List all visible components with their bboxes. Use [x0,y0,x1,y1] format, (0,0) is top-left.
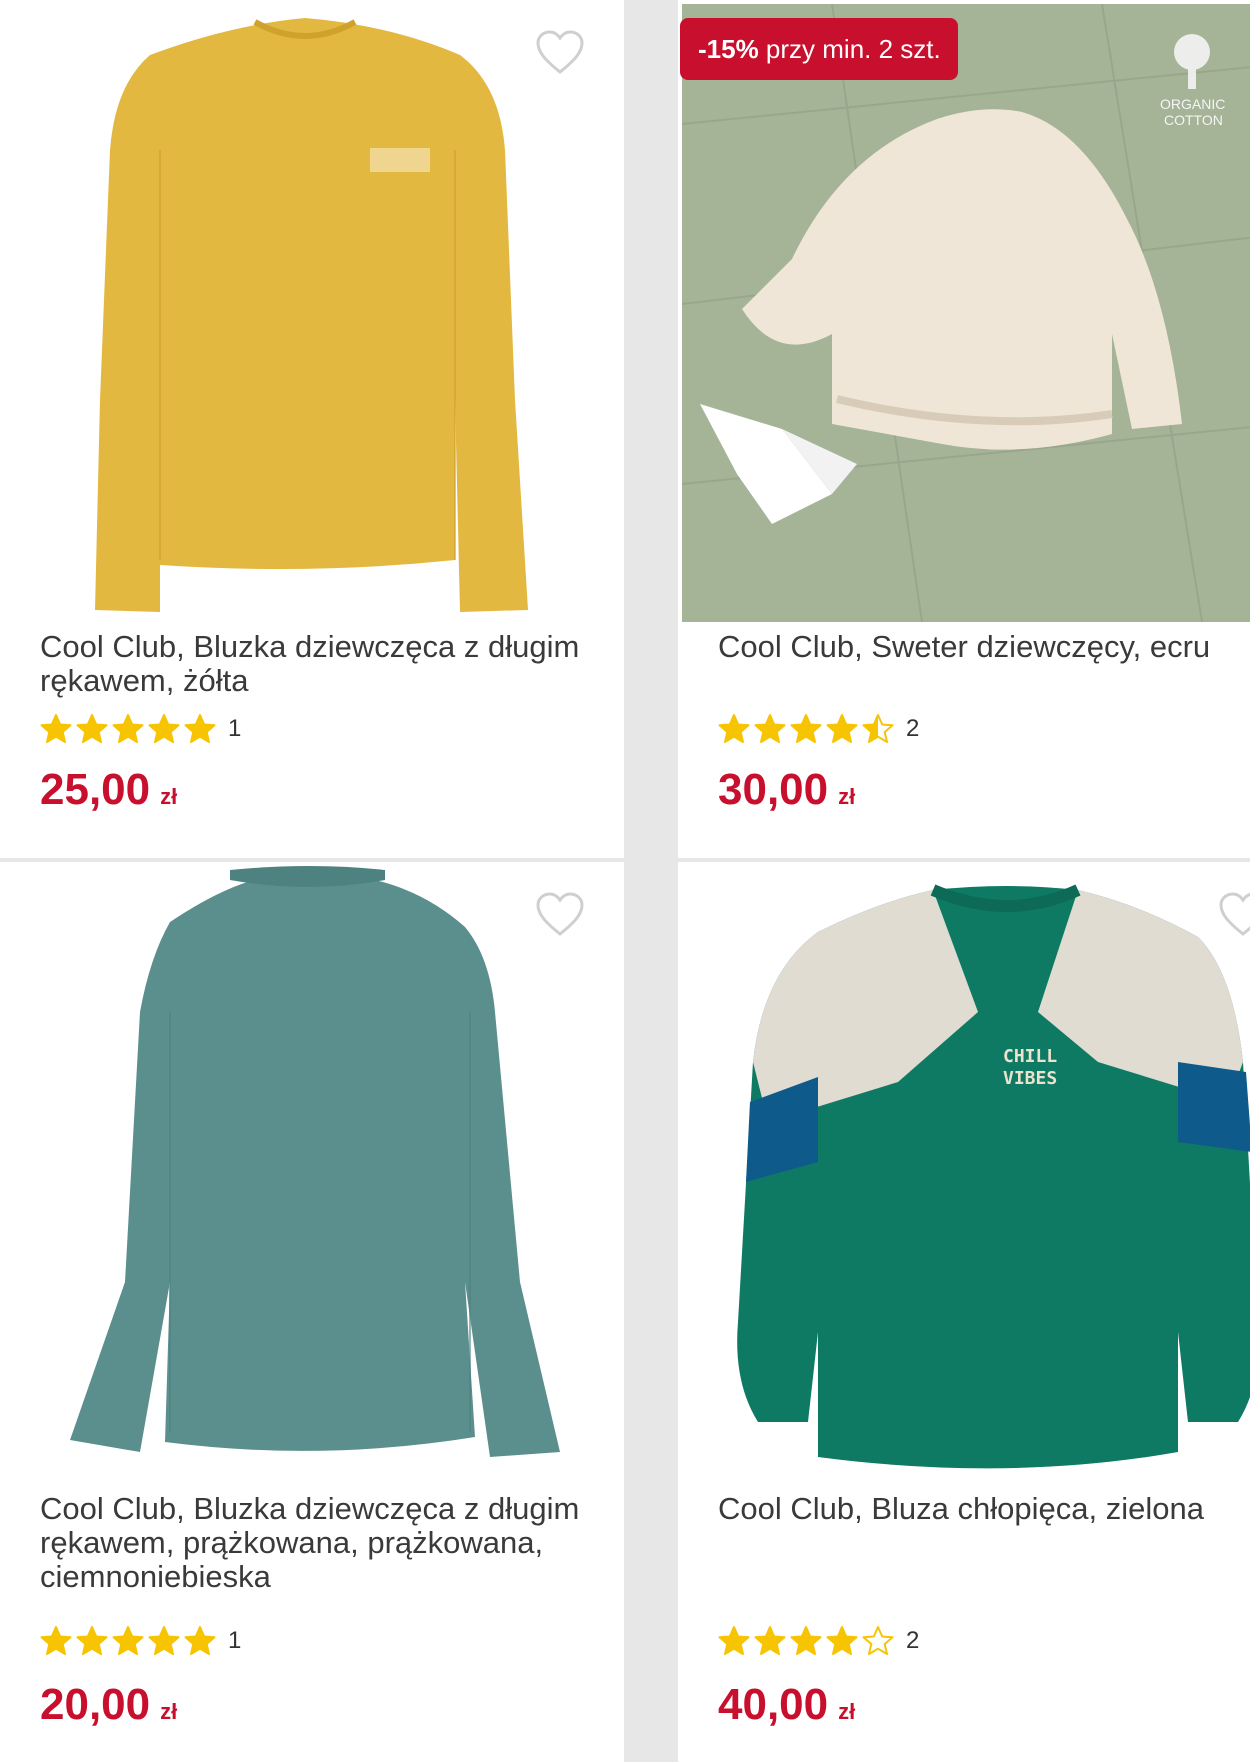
discount-condition: przy min. 2 szt. [758,34,941,64]
product-price: 30,00 zł [718,765,855,815]
price-amount: 20,00 [40,1680,151,1729]
price-currency: zł [160,784,178,809]
star-full-icon [754,714,786,743]
star-half-icon [862,714,894,743]
product-image[interactable] [0,0,624,625]
star-full-icon [754,1626,786,1655]
product-card[interactable]: ORGANIC COTTON -15% przy min. 2 szt. Coo… [678,0,1250,858]
wishlist-heart-icon[interactable] [1218,892,1250,938]
print-graphic [370,148,430,172]
rating-count: 1 [228,715,242,742]
star-full-icon [76,714,108,743]
star-full-icon [718,1626,750,1655]
product-image[interactable]: CHILL VIBES [678,862,1250,1487]
product-rating: 1 [40,712,241,746]
product-rating: 2 [718,712,919,746]
star-empty-icon [862,1626,894,1655]
product-price: 40,00 zł [718,1680,855,1730]
product-rating: 2 [718,1624,919,1658]
product-title[interactable]: Cool Club, Bluzka dziewczęca z długim rę… [40,630,600,698]
star-full-icon [184,1626,216,1655]
print-text-line: VIBES [1003,1068,1057,1089]
wishlist-heart-icon[interactable] [535,30,585,76]
price-amount: 30,00 [718,765,829,814]
price-amount: 40,00 [718,1680,829,1729]
product-grid: Cool Club, Bluzka dziewczęca z długim rę… [0,0,1250,1762]
product-title[interactable]: Cool Club, Sweter dziewczęcy, ecru [718,630,1250,664]
product-image[interactable]: ORGANIC COTTON [682,4,1250,622]
rating-count: 2 [906,1627,920,1654]
price-currency: zł [838,1699,856,1724]
star-full-icon [790,714,822,743]
star-full-icon [718,714,750,743]
star-full-icon [826,714,858,743]
star-full-icon [112,1626,144,1655]
product-card[interactable]: Cool Club, Bluzka dziewczęca z długim rę… [0,0,624,858]
price-currency: zł [160,1699,178,1724]
product-title[interactable]: Cool Club, Bluzka dziewczęca z długim rę… [40,1492,600,1594]
rating-count: 1 [228,1627,242,1654]
star-full-icon [76,1626,108,1655]
product-price: 25,00 zł [40,765,177,815]
product-card[interactable]: Cool Club, Bluzka dziewczęca z długim rę… [0,862,624,1762]
svg-text:ORGANIC: ORGANIC [1160,96,1225,112]
discount-badge: -15% przy min. 2 szt. [680,18,958,80]
product-title[interactable]: Cool Club, Bluza chłopięca, zielona [718,1492,1250,1526]
star-full-icon [148,1626,180,1655]
product-rating: 1 [40,1624,241,1658]
star-full-icon [790,1626,822,1655]
product-image[interactable] [0,862,624,1487]
star-full-icon [184,714,216,743]
star-full-icon [40,714,72,743]
product-card[interactable]: CHILL VIBES Cool Club, Bluza chłopięca, … [678,862,1250,1762]
star-full-icon [148,714,180,743]
rating-count: 2 [906,715,920,742]
print-text-line: CHILL [1003,1046,1057,1067]
star-full-icon [40,1626,72,1655]
price-amount: 25,00 [40,765,151,814]
price-currency: zł [838,784,856,809]
wishlist-heart-icon[interactable] [535,892,585,938]
star-full-icon [826,1626,858,1655]
discount-percent: -15% [698,34,759,64]
star-full-icon [112,714,144,743]
product-price: 20,00 zł [40,1680,177,1730]
svg-text:COTTON: COTTON [1164,112,1223,128]
